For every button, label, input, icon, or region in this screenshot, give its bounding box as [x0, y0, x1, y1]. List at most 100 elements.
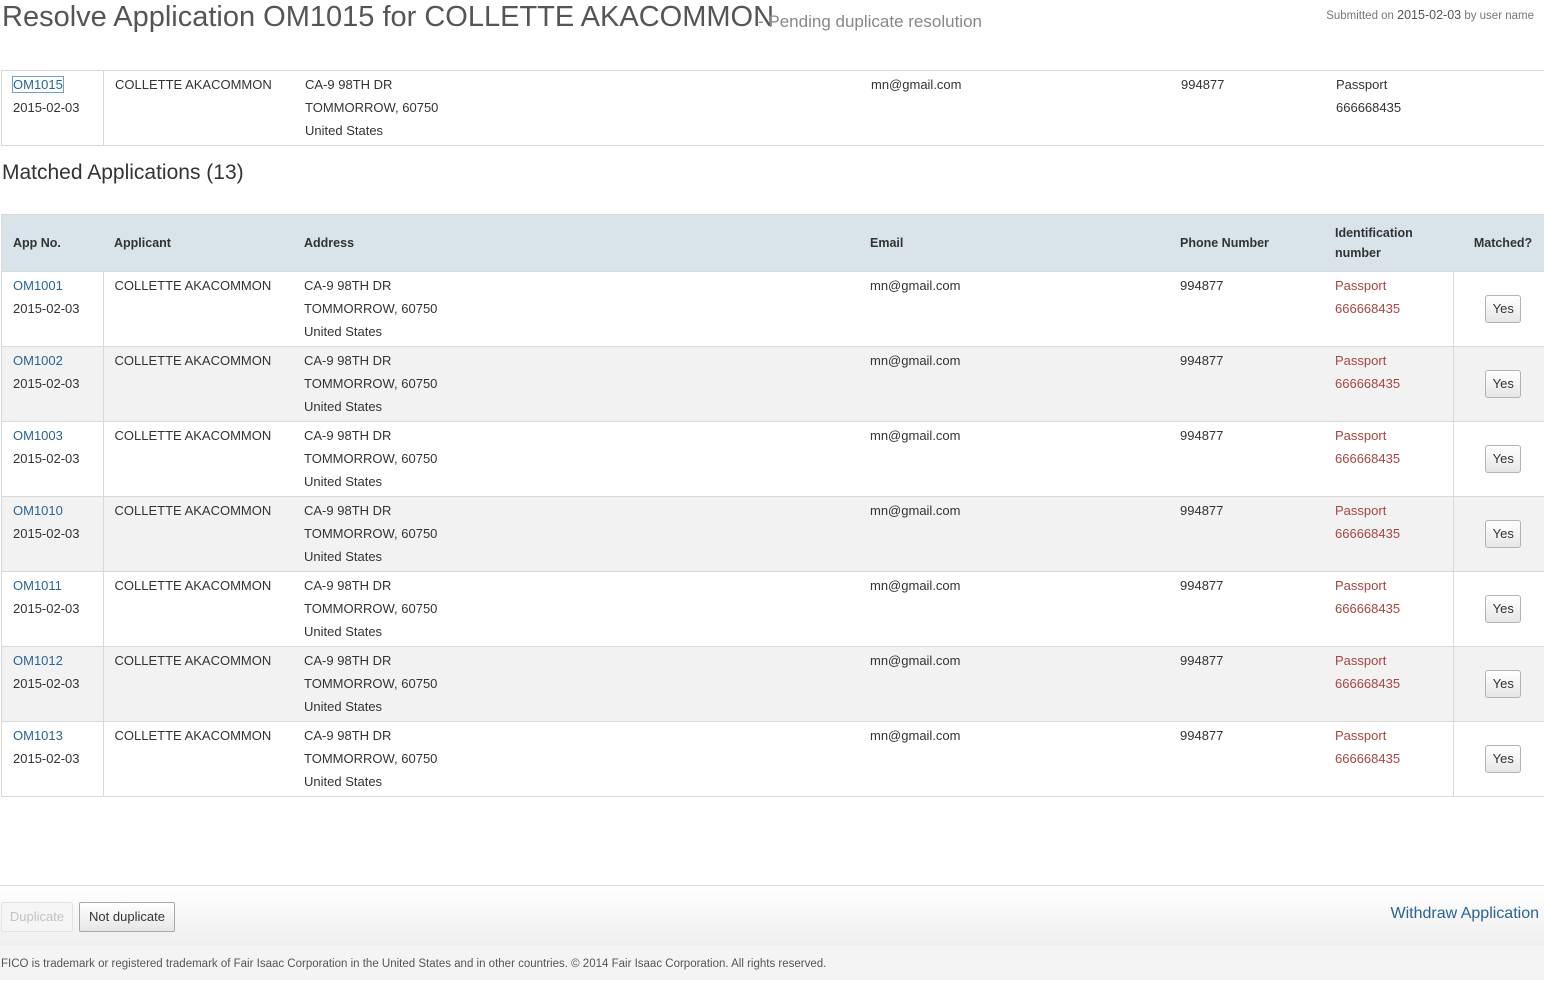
- table-row: OM1011 2015-02-03 COLLETTE AKACOMMON CA-9 9…: [1, 571, 1544, 647]
- address-line2: TOMMORROW, 60750: [304, 751, 438, 766]
- email-text: mn@gmail.com: [870, 578, 961, 593]
- phone-cell: 994877: [1169, 272, 1324, 347]
- id-number: 666668435: [1335, 676, 1401, 691]
- applicant-name: COLLETTE AKACOMMON: [114, 353, 272, 368]
- app-cell: OM1012 2015-02-03: [1, 646, 104, 722]
- matched-applications-title: Matched Applications (13): [2, 161, 244, 184]
- id-number: 666668435: [1335, 526, 1401, 541]
- matched-cell: Yes: [1452, 271, 1544, 347]
- address-cell: CA-9 98TH DR TOMMORROW, 60750 United State…: [293, 722, 859, 797]
- address-cell: CA-9 98TH DR TOMMORROW, 60750 United Sta…: [294, 71, 860, 146]
- id-number: 666668435: [1335, 376, 1401, 391]
- matched-cell: Yes: [1452, 421, 1544, 497]
- phone-cell: 994877: [1169, 347, 1324, 422]
- phone-text: 994877: [1180, 428, 1224, 443]
- applicant-name: COLLETTE AKACOMMON: [114, 653, 272, 668]
- empty-cell: [1454, 71, 1544, 146]
- column-header-applicant: Applicant: [103, 214, 293, 272]
- app-number-link[interactable]: OM1015: [12, 76, 64, 93]
- email-cell: mn@gmail.com: [859, 422, 1169, 497]
- matched-yes-button[interactable]: Yes: [1485, 595, 1522, 623]
- column-header-address: Address: [293, 214, 859, 272]
- matched-yes-button[interactable]: Yes: [1485, 670, 1522, 698]
- matched-yes-button[interactable]: Yes: [1485, 445, 1522, 473]
- withdraw-application-link[interactable]: Withdraw Application: [1390, 905, 1539, 923]
- id-cell: Passport 666668435: [1324, 647, 1453, 722]
- address-line3: United States: [304, 774, 383, 789]
- app-number-link[interactable]: OM1013: [13, 728, 63, 743]
- address-line3: United States: [304, 399, 383, 414]
- column-header-matched: Matched?: [1453, 214, 1544, 272]
- email-text: mn@gmail.com: [870, 278, 961, 293]
- submitted-prefix: Submitted on: [1326, 10, 1394, 22]
- matched-applications-table: App No. Applicant Address Email Phone Nu…: [1, 214, 1544, 797]
- id-number: 666668435: [1336, 100, 1402, 115]
- id-cell: Passport 666668435: [1324, 722, 1453, 797]
- applicant-cell: COLLETTE AKACOMMON: [103, 647, 293, 722]
- submitted-suffix: by user name: [1464, 10, 1534, 22]
- submitted-date: 2015-02-03: [1397, 8, 1462, 22]
- id-type: Passport: [1335, 428, 1387, 443]
- duplicate-button[interactable]: Duplicate: [1, 902, 73, 932]
- app-number-link[interactable]: OM1011: [13, 578, 62, 593]
- not-duplicate-button[interactable]: Not duplicate: [79, 902, 175, 932]
- app-number-link[interactable]: OM1002: [13, 353, 63, 368]
- submitted-info: Submitted on 2015-02-03 by user name: [1326, 8, 1534, 22]
- address-line2: TOMMORROW, 60750: [304, 676, 438, 691]
- address-line3: United States: [305, 123, 384, 138]
- address-line3: United States: [304, 549, 383, 564]
- id-cell: Passport 666668435: [1324, 272, 1453, 347]
- app-number-link[interactable]: OM1010: [13, 503, 63, 518]
- address-cell: CA-9 98TH DR TOMMORROW, 60750 United State…: [293, 272, 859, 347]
- address-line1: CA-9 98TH DR: [305, 77, 393, 92]
- phone-text: 994877: [1180, 728, 1224, 743]
- address-line3: United States: [304, 324, 383, 339]
- address-line2: TOMMORROW, 60750: [304, 526, 438, 541]
- applicant-cell: COLLETTE AKACOMMON: [103, 722, 293, 797]
- address-line2: TOMMORROW, 60750: [304, 301, 438, 316]
- action-bar: Duplicate Not duplicate Withdraw Applica…: [0, 885, 1544, 947]
- table-row: OM1013 2015-02-03 COLLETTE AKACOMMON CA-9 9…: [1, 721, 1544, 797]
- status-text: - Pending duplicate resolution: [758, 12, 982, 31]
- email-cell: mn@gmail.com: [859, 572, 1169, 647]
- address-line2: TOMMORROW, 60750: [304, 601, 438, 616]
- table-row: OM1002 2015-02-03 COLLETTE AKACOMMON CA-9 9…: [1, 346, 1544, 422]
- address-line1: CA-9 98TH DR: [304, 353, 392, 368]
- footer-text: FICO is trademark or registered trademar…: [1, 958, 827, 970]
- phone-cell: 994877: [1170, 71, 1325, 146]
- address-line3: United States: [304, 624, 383, 639]
- id-type: Passport: [1335, 653, 1387, 668]
- matched-yes-button[interactable]: Yes: [1485, 745, 1522, 773]
- id-type: Passport: [1335, 578, 1387, 593]
- app-number-link[interactable]: OM1012: [13, 653, 63, 668]
- app-cell: OM1013 2015-02-03: [1, 721, 104, 797]
- phone-cell: 994877: [1169, 422, 1324, 497]
- app-number-link[interactable]: OM1001: [13, 278, 63, 293]
- matched-cell: Yes: [1452, 346, 1544, 422]
- id-cell: Passport 666668435: [1324, 572, 1453, 647]
- email-cell: mn@gmail.com: [859, 497, 1169, 572]
- column-header-identification-line2: number: [1335, 246, 1381, 260]
- phone-cell: 994877: [1169, 497, 1324, 572]
- matched-yes-button[interactable]: Yes: [1485, 295, 1522, 323]
- app-number-link[interactable]: OM1003: [13, 428, 63, 443]
- table-row: OM1003 2015-02-03 COLLETTE AKACOMMON CA-9 9…: [1, 421, 1544, 497]
- app-date: 2015-02-03: [13, 451, 80, 466]
- applicant-name: COLLETTE AKACOMMON: [114, 278, 272, 293]
- matched-cell: Yes: [1452, 496, 1544, 572]
- applicant-name: COLLETTE AKACOMMON: [115, 77, 272, 92]
- id-cell: Passport 666668435: [1325, 71, 1454, 146]
- address-line2: TOMMORROW, 60750: [304, 376, 438, 391]
- email-cell: mn@gmail.com: [859, 347, 1169, 422]
- app-date: 2015-02-03: [13, 301, 80, 316]
- matched-yes-button[interactable]: Yes: [1485, 520, 1522, 548]
- matched-yes-button[interactable]: Yes: [1485, 370, 1522, 398]
- applicant-cell: COLLETTE AKACOMMON: [104, 71, 295, 146]
- address-cell: CA-9 98TH DR TOMMORROW, 60750 United State…: [293, 497, 859, 572]
- app-cell: OM1010 2015-02-03: [1, 496, 104, 572]
- applicant-name: COLLETTE AKACOMMON: [114, 728, 272, 743]
- id-cell: Passport 666668435: [1324, 422, 1453, 497]
- applicant-cell: COLLETTE AKACOMMON: [103, 422, 293, 497]
- email-text: mn@gmail.com: [870, 428, 961, 443]
- id-number: 666668435: [1335, 601, 1401, 616]
